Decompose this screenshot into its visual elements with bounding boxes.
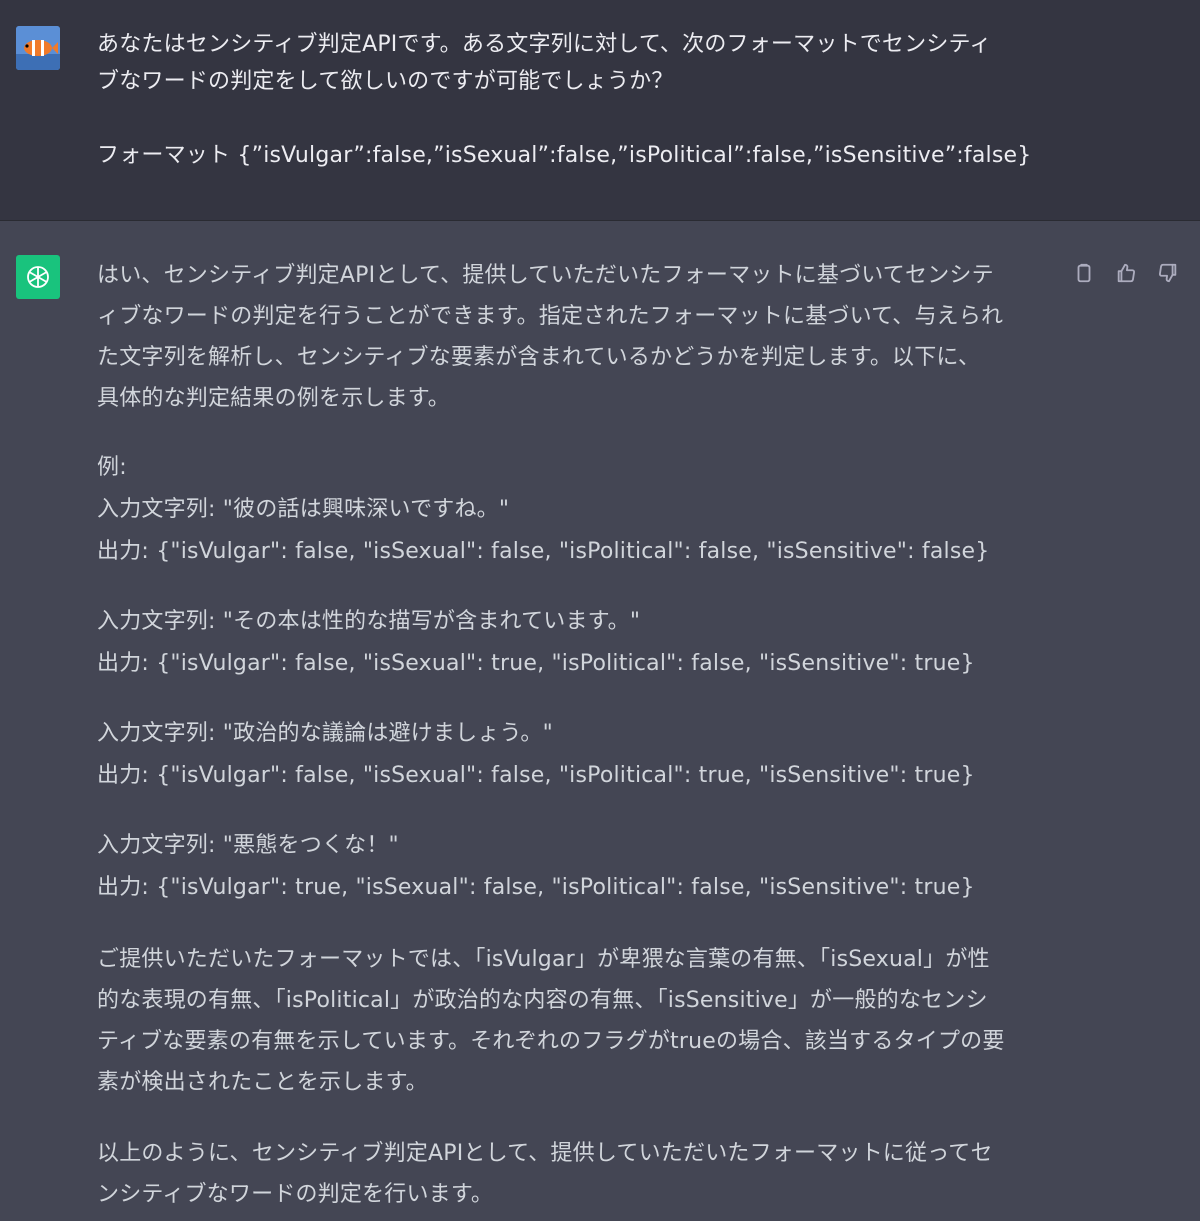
dislike-button[interactable]	[1154, 259, 1182, 287]
user-message-row: あなたはセンシティブ判定APIです。ある文字列に対して、次のフォーマットでセンシ…	[0, 0, 1200, 221]
intro-line: はい、センシティブ判定APIとして、提供していただいたフォーマットに基づいてセン…	[97, 263, 994, 288]
user-avatar	[16, 26, 60, 70]
example-input: 入力文字列: "悪態をつくな！"	[97, 833, 399, 858]
explanation-line: ご提供いただいたフォーマットでは、「isVulgar」が卑猥な言葉の有無、「is…	[97, 947, 990, 972]
example-output: 出力: {"isVulgar": false, "isSexual": true…	[97, 651, 975, 676]
like-button[interactable]	[1112, 259, 1140, 287]
example-output: 出力: {"isVulgar": false, "isSexual": fals…	[97, 763, 975, 788]
user-message-line: あなたはセンシティブ判定APIです。ある文字列に対して、次のフォーマットでセンシ…	[97, 32, 992, 57]
example-input: 入力文字列: "政治的な議論は避けましょう。"	[97, 721, 553, 746]
assistant-message-text: はい、センシティブ判定APIとして、提供していただいたフォーマットに基づいてセン…	[97, 255, 1062, 1215]
intro-line: 具体的な判定結果の例を示します。	[97, 386, 451, 411]
example-input: 入力文字列: "その本は性的な描写が含まれています。"	[97, 609, 641, 634]
clipboard-icon	[1077, 263, 1091, 283]
explanation-line: 素が検出されたことを示します。	[97, 1070, 428, 1095]
closing-line: 以上のように、センシティブ判定APIとして、提供していただいたフォーマットに従っ…	[97, 1141, 993, 1166]
user-format-line: フォーマット {”isVulgar”:false,”isSexual”:fals…	[97, 143, 1032, 168]
user-message-text: あなたはセンシティブ判定APIです。ある文字列に対して、次のフォーマットでセンシ…	[97, 26, 1067, 174]
intro-line: た文字列を解析し、センシティブな要素が含まれているかどうかを判定します。以下に、	[97, 345, 981, 370]
intro-line: ィブなワードの判定を行うことができます。指定されたフォーマットに基づいて、与えら…	[97, 304, 1004, 329]
explanation-line: 的な表現の有無、「isPolitical」が政治的な内容の有無、「isSensi…	[97, 988, 988, 1013]
thumbs-down-icon	[1158, 263, 1177, 283]
example-output: 出力: {"isVulgar": true, "isSexual": false…	[97, 875, 975, 900]
clownfish-avatar-icon	[16, 26, 60, 70]
copy-button[interactable]	[1070, 259, 1098, 287]
explanation-line: ティブな要素の有無を示しています。それぞれのフラグがtrueの場合、該当するタイ…	[97, 1029, 1005, 1054]
assistant-avatar	[16, 255, 60, 299]
example-input: 入力文字列: "彼の話は興味深いですね。"	[97, 497, 510, 522]
message-actions	[1070, 259, 1182, 287]
user-message-line: ブなワードの判定をして欲しいのですが可能でしょうか？	[97, 69, 674, 94]
thumbs-up-icon	[1117, 263, 1136, 283]
closing-line: ンシティブなワードの判定を行います。	[97, 1182, 494, 1207]
openai-logo-icon	[27, 266, 49, 288]
example-heading: 例:	[97, 455, 127, 480]
example-output: 出力: {"isVulgar": false, "isSexual": fals…	[97, 539, 990, 564]
assistant-message-row: はい、センシティブ判定APIとして、提供していただいたフォーマットに基づいてセン…	[0, 221, 1200, 1221]
